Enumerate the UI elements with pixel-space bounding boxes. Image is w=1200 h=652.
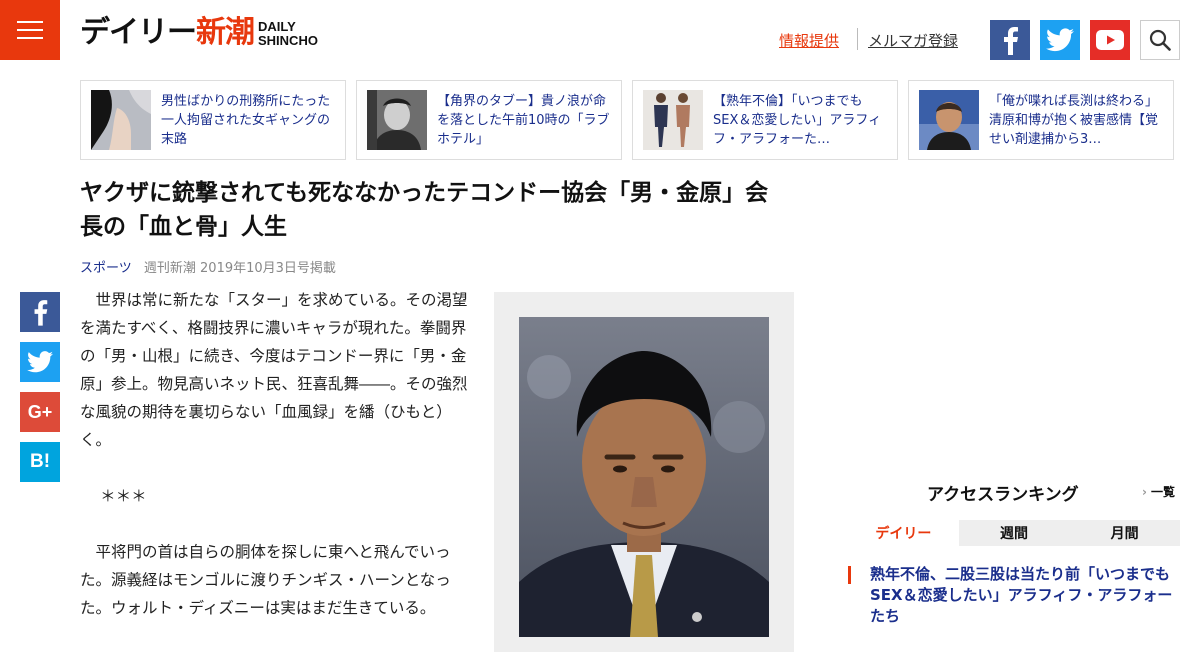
publication-info: 週刊新潮 2019年10月3日号掲載 bbox=[143, 261, 336, 276]
share-hatena-button[interactable]: B! bbox=[20, 442, 60, 482]
category-link[interactable]: スポーツ bbox=[80, 261, 132, 276]
chevron-right-icon: › bbox=[1142, 485, 1147, 499]
logo-en-line2: SHINCHO bbox=[258, 33, 318, 48]
related-card[interactable]: 【熟年不倫】「いつまでもSEX＆恋愛したい」アラフィフ・アラフォーた… bbox=[632, 80, 898, 160]
related-card[interactable]: 男性ばかりの刑務所にたった一人拘留された女ギャングの末路 bbox=[80, 80, 346, 160]
related-card-title: 【熟年不倫】「いつまでもSEX＆恋愛したい」アラフィフ・アラフォーた… bbox=[713, 93, 882, 147]
logo-wordmark: デイリー新潮 bbox=[80, 15, 255, 50]
menu-button[interactable] bbox=[0, 0, 60, 60]
tab-monthly[interactable]: 月間 bbox=[1069, 520, 1181, 546]
thumbnail-image bbox=[91, 90, 151, 150]
logo-text-black: デイリー bbox=[80, 15, 197, 50]
related-articles: 男性ばかりの刑務所にたった一人拘留された女ギャングの末路 【角界のタブー】貴ノ浪… bbox=[80, 80, 1174, 160]
facebook-button[interactable] bbox=[990, 20, 1030, 60]
article-figure bbox=[494, 292, 794, 652]
twitter-button[interactable] bbox=[1040, 20, 1080, 60]
ranking-item-title: 熟年不倫、二股三股は当たり前「いつまでもSEX＆恋愛したい」アラフィフ・アラフォ… bbox=[870, 565, 1173, 625]
logo-en-line1: DAILY bbox=[258, 19, 296, 34]
youtube-icon bbox=[1096, 30, 1124, 50]
ranking-tabs: デイリー 週間 月間 bbox=[848, 520, 1181, 546]
article-title: ヤクザに銃撃されても死ななかったテコンドー協会「男・金原」会長の「血と骨」人生 bbox=[80, 180, 769, 240]
googleplus-icon: G+ bbox=[27, 401, 53, 422]
hatena-bookmark-icon: B! bbox=[29, 451, 51, 472]
related-card[interactable]: 【角界のタブー】貴ノ浪が命を落とした午前10時の「ラブホテル」 bbox=[356, 80, 622, 160]
article-body: 世界は常に新たな「スター」を求めている。その渇望を満たすべく、格闘技界に濃いキャ… bbox=[80, 286, 470, 650]
hamburger-icon-line bbox=[17, 37, 43, 39]
article-photo bbox=[519, 317, 769, 637]
ranking-all-link[interactable]: › 一覧 bbox=[1142, 483, 1175, 500]
thumbnail-image bbox=[367, 90, 427, 150]
article-separator: ＊＊＊ bbox=[100, 487, 147, 505]
site-logo[interactable]: デイリー新潮 DAILY SHINCHO bbox=[80, 18, 318, 48]
ranking-item[interactable]: 熟年不倫、二股三股は当たり前「いつまでもSEX＆恋愛したい」アラフィフ・アラフォ… bbox=[848, 564, 1180, 627]
ranking-title: アクセスランキング bbox=[927, 485, 1079, 505]
facebook-icon bbox=[1004, 27, 1018, 55]
related-card-title: 男性ばかりの刑務所にたった一人拘留された女ギャングの末路 bbox=[161, 93, 331, 147]
facebook-icon bbox=[34, 300, 48, 326]
hamburger-icon-line bbox=[17, 29, 43, 31]
twitter-icon bbox=[27, 351, 53, 373]
related-card-title: 「俺が喋れば長渕は終わる」清原和博が抱く被害感情【覚せい剤逮捕から3… bbox=[989, 93, 1159, 147]
thumbnail-image bbox=[919, 90, 979, 150]
related-card-title: 【角界のタブー】貴ノ浪が命を落とした午前10時の「ラブホテル」 bbox=[437, 93, 610, 147]
search-icon bbox=[1149, 29, 1171, 51]
info-submit-link[interactable]: 情報提供 bbox=[779, 30, 839, 51]
newsletter-link[interactable]: メルマガ登録 bbox=[868, 30, 958, 51]
header-divider bbox=[857, 28, 858, 50]
share-twitter-button[interactable] bbox=[20, 342, 60, 382]
search-button[interactable] bbox=[1140, 20, 1180, 60]
hamburger-icon bbox=[17, 21, 43, 23]
logo-english: DAILY SHINCHO bbox=[258, 20, 318, 48]
twitter-icon bbox=[1046, 28, 1074, 52]
youtube-button[interactable] bbox=[1090, 20, 1130, 60]
ranking-all-label: 一覧 bbox=[1150, 485, 1175, 499]
tab-weekly[interactable]: 週間 bbox=[958, 520, 1070, 546]
article-paragraph: 世界は常に新たな「スター」を求めている。その渇望を満たすべく、格闘技界に濃いキャ… bbox=[80, 291, 468, 449]
article-paragraph: 平将門の首は自らの胴体を探しに東へと飛んでいった。源義経はモンゴルに渡りチンギス… bbox=[80, 543, 451, 617]
article-meta: スポーツ 週刊新潮 2019年10月3日号掲載 bbox=[80, 257, 336, 276]
related-card[interactable]: 「俺が喋れば長渕は終わる」清原和博が抱く被害感情【覚せい剤逮捕から3… bbox=[908, 80, 1174, 160]
ranking-marker bbox=[848, 566, 851, 584]
share-facebook-button[interactable] bbox=[20, 292, 60, 332]
tab-daily[interactable]: デイリー bbox=[848, 520, 959, 546]
thumbnail-image bbox=[643, 90, 703, 150]
logo-text-accent: 新潮 bbox=[196, 15, 255, 50]
share-googleplus-button[interactable]: G+ bbox=[20, 392, 60, 432]
